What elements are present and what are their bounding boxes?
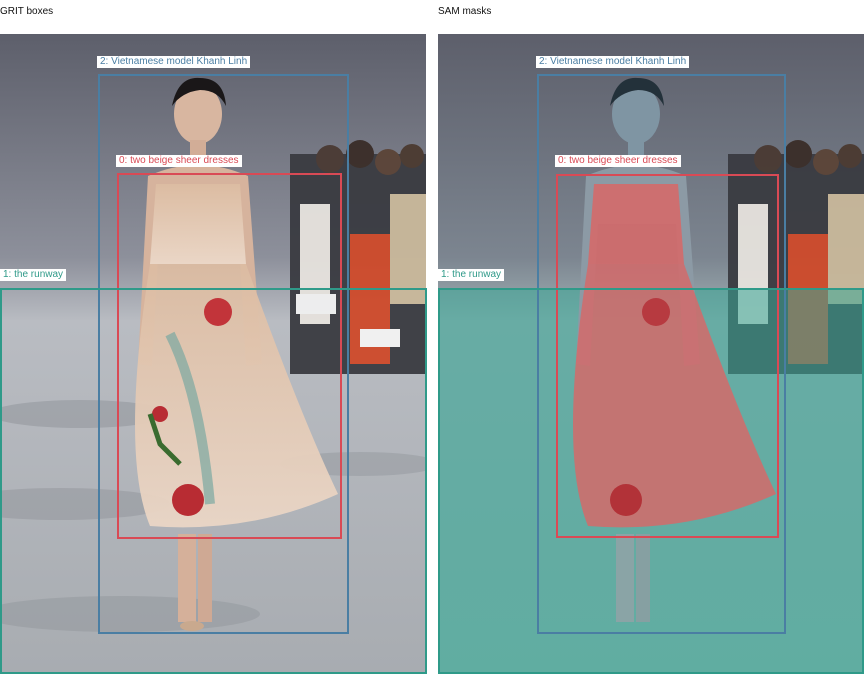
runway-mask-label: 1: the runway [438,269,505,281]
runway-mask-box [438,288,864,674]
sam-panel-title: SAM masks [438,6,492,17]
model-box-label: 2: Vietnamese model Khanh Linh [97,56,251,68]
runway-bounding-box [0,288,427,674]
runway-box-label: 1: the runway [0,269,67,281]
grit-panel-title: GRIT boxes [0,6,54,17]
dress-box-label: 0: two beige sheer dresses [116,155,242,167]
dress-mask-label: 0: two beige sheer dresses [555,155,681,167]
model-mask-label: 2: Vietnamese model Khanh Linh [536,56,690,68]
